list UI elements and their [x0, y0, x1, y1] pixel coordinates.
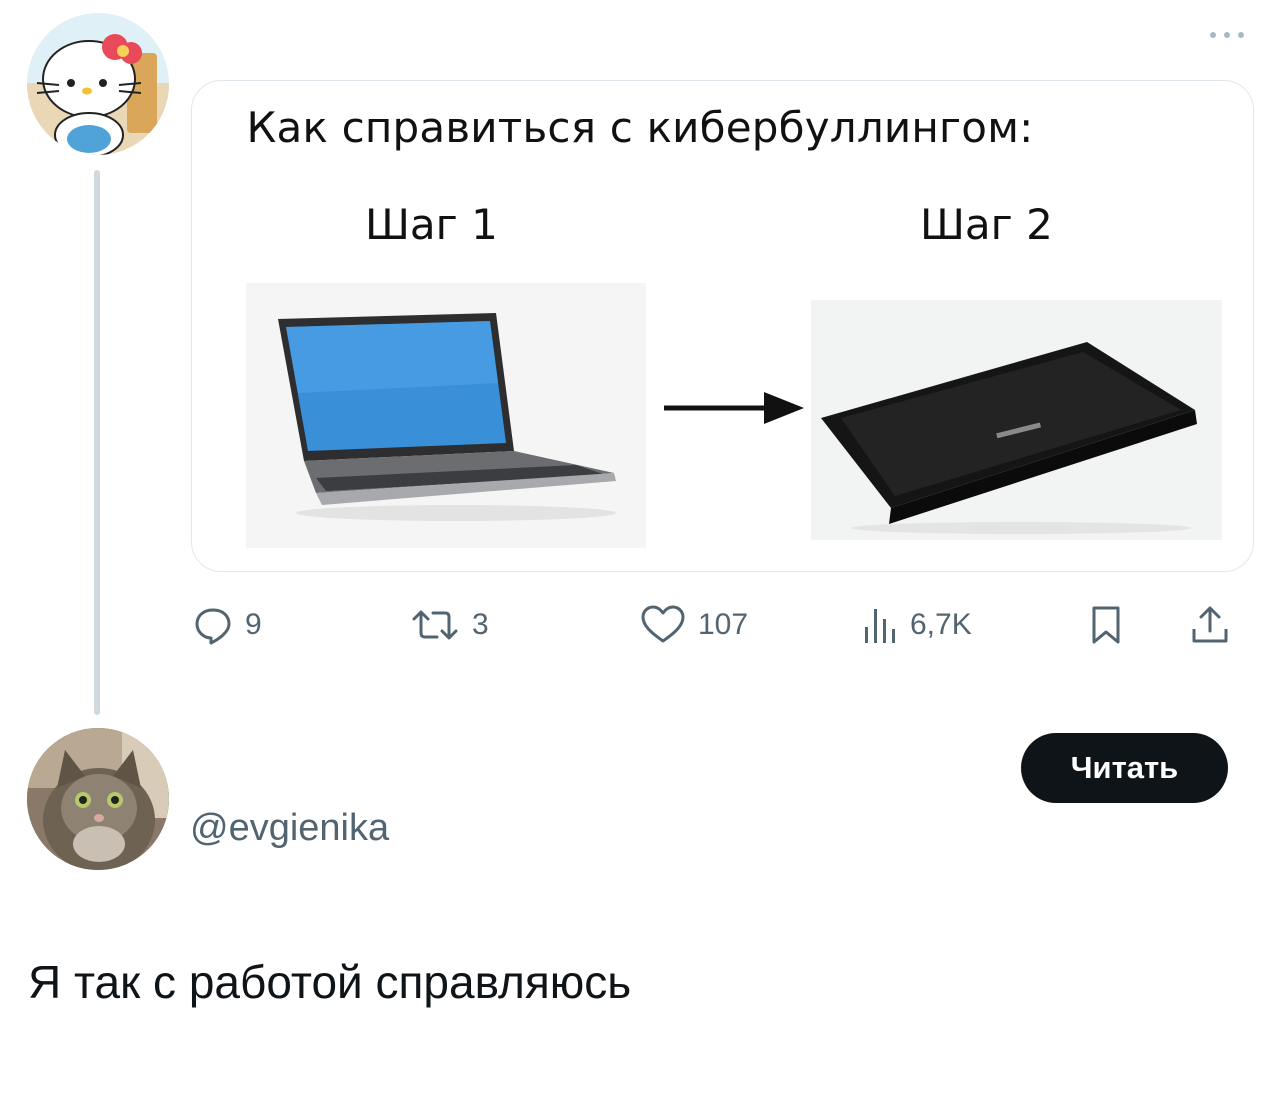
meme-title: Как справиться с кибербуллингом:	[246, 103, 1034, 152]
retweet-action[interactable]: 3	[410, 602, 489, 648]
share-icon	[1192, 606, 1228, 643]
cat-avatar-photo	[27, 728, 169, 870]
share-action[interactable]	[1190, 602, 1230, 648]
meme-step2-label: Шаг 2	[920, 200, 1053, 249]
meme-step1-label: Шаг 1	[365, 200, 498, 249]
bookmark-icon	[1092, 606, 1120, 644]
reply-action[interactable]: 9	[193, 602, 262, 648]
avatar-reply-author[interactable]	[27, 728, 169, 870]
follow-button[interactable]: Читать	[1021, 733, 1228, 803]
thread-connector-line	[94, 170, 100, 715]
reply-author-handle[interactable]: @evgienika	[190, 807, 389, 850]
reply-icon	[195, 608, 231, 645]
views-count: 6,7K	[910, 608, 972, 641]
views-action[interactable]: 6,7K	[862, 602, 972, 648]
reply-count: 9	[245, 608, 262, 641]
open-laptop-image	[246, 283, 646, 548]
bookmark-action[interactable]	[1090, 602, 1122, 648]
like-icon	[641, 605, 685, 643]
more-icon[interactable]	[1205, 25, 1249, 45]
like-action[interactable]: 107	[640, 602, 748, 648]
like-count: 107	[698, 608, 749, 641]
retweet-icon	[412, 610, 458, 640]
retweet-count: 3	[472, 608, 489, 641]
views-icon	[865, 609, 895, 643]
closed-laptop-image	[811, 300, 1222, 540]
arrow-right-icon	[664, 392, 804, 424]
reply-text: Я так с работой справляюсь	[28, 956, 632, 1008]
